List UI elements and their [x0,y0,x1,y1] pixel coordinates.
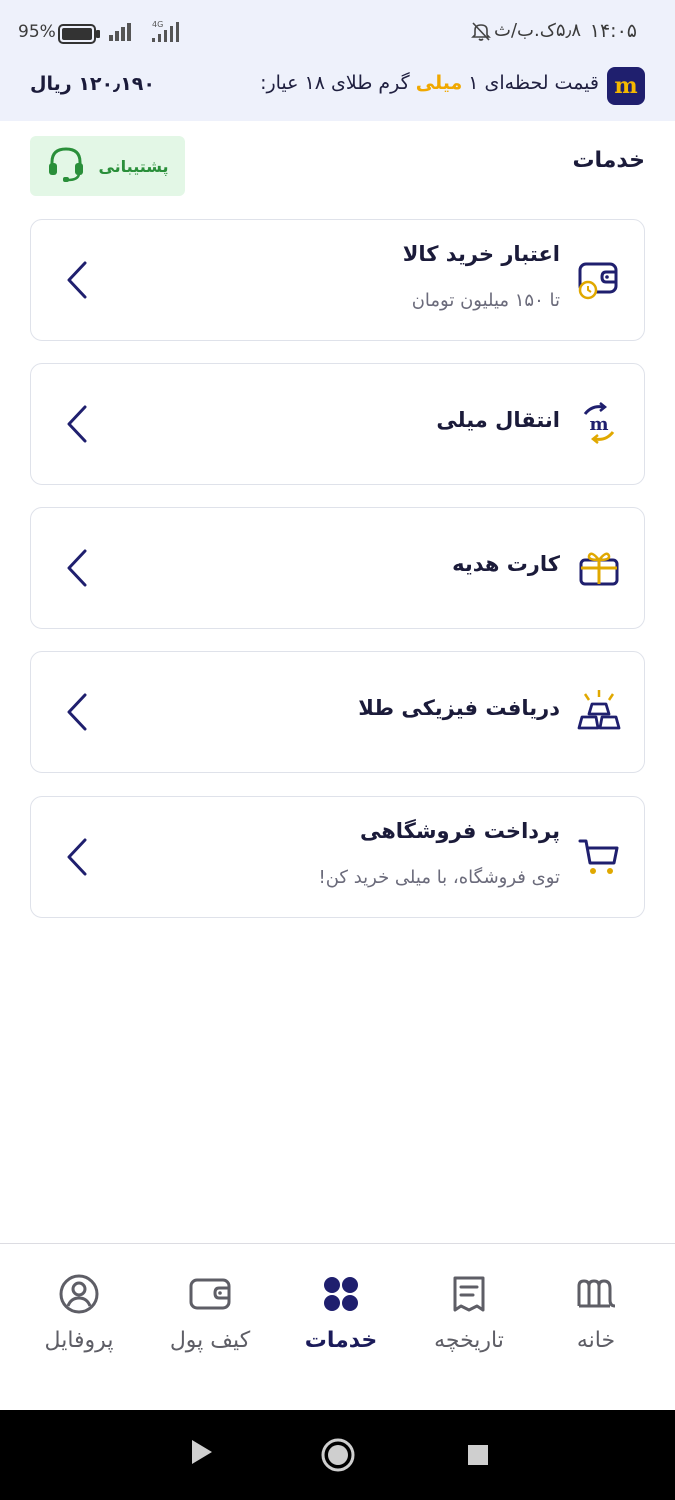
bottom-navigation: خانه تاریخچه خدمات کیف پول پروفایل [0,1243,675,1410]
gold-price-banner: m قیمت لحظه‌ای ۱ میلی گرم طلای ۱۸ عیار: … [0,64,675,121]
transfer-icon: m [576,400,622,446]
service-card-gift-card[interactable]: کارت هدیه [30,507,645,629]
chevron-left-icon [65,404,89,448]
service-card-transfer[interactable]: m انتقال میلی [30,363,645,485]
status-network-speed: ۵٫۸ک.ب/ث [494,20,581,41]
brand-logo: m [607,67,645,105]
nav-wallet[interactable]: کیف پول [145,1272,275,1372]
wallet-icon [188,1272,232,1316]
chevron-left-icon [65,548,89,592]
bell-muted-icon [470,20,492,46]
price-value: ۱۲۰٫۱۹۰ ریال [30,73,155,95]
status-bar: ۱۴:۰۵ ۵٫۸ک.ب/ث 95% 4G [0,0,675,64]
chevron-left-icon [65,837,89,881]
price-label: قیمت لحظه‌ای ۱ میلی گرم طلای ۱۸ عیار: [260,72,599,94]
chevron-left-icon [65,692,89,736]
network-4g-signal-icon: 4G [148,18,188,48]
nav-label: تاریخچه [434,1328,504,1353]
home-circle-icon[interactable] [320,1437,356,1477]
nav-history[interactable]: تاریخچه [404,1272,534,1372]
svg-text:4G: 4G [152,20,163,29]
headset-icon [46,144,86,188]
svg-text:m: m [589,414,608,435]
back-triangle-icon[interactable] [190,1438,214,1470]
support-button[interactable]: پشتیبانی [30,136,185,196]
price-label-highlight: میلی [415,72,463,94]
battery-percent: 95% [18,22,56,42]
service-card-goods-credit[interactable]: اعتبار خرید کالا تا ۱۵۰ میلیون تومان [30,219,645,341]
gift-icon [576,544,622,590]
support-label: پشتیبانی [98,156,169,176]
home-logo-icon [574,1272,618,1316]
receipt-icon [447,1272,491,1316]
price-label-end: گرم طلای ۱۸ عیار: [260,72,416,94]
recents-square-icon[interactable] [467,1444,489,1470]
service-title: کارت هدیه [452,552,560,576]
service-title: انتقال میلی [436,408,560,432]
service-card-physical-gold[interactable]: دریافت فیزیکی طلا [30,651,645,773]
service-subtitle: تا ۱۵۰ میلیون تومان [411,290,560,311]
system-navigation-bar [0,1410,675,1500]
nav-profile[interactable]: پروفایل [14,1272,144,1372]
gold-bars-icon [576,688,622,734]
service-title: پرداخت فروشگاهی [359,819,560,843]
wallet-clock-icon [576,256,622,302]
nav-label: کیف پول [169,1328,251,1353]
profile-icon [57,1272,101,1316]
price-label-start: قیمت لحظه‌ای ۱ [462,72,599,94]
cart-icon [576,833,622,879]
status-time: ۱۴:۰۵ [589,20,637,42]
service-subtitle: توی فروشگاه، با میلی خرید کن! [318,867,560,888]
brand-logo-letter: m [614,73,638,99]
battery-icon [58,24,102,48]
service-card-store-payment[interactable]: پرداخت فروشگاهی توی فروشگاه، با میلی خری… [30,796,645,918]
nav-home[interactable]: خانه [531,1272,661,1372]
grid-icon [319,1272,363,1316]
page-title: خدمات [572,148,645,173]
nav-services[interactable]: خدمات [276,1272,406,1372]
signal-icon [108,20,136,46]
nav-label: خانه [576,1328,616,1353]
service-title: اعتبار خرید کالا [402,242,560,266]
nav-label: خدمات [304,1328,378,1353]
nav-label: پروفایل [44,1328,114,1353]
chevron-left-icon [65,260,89,304]
service-title: دریافت فیزیکی طلا [358,696,560,720]
